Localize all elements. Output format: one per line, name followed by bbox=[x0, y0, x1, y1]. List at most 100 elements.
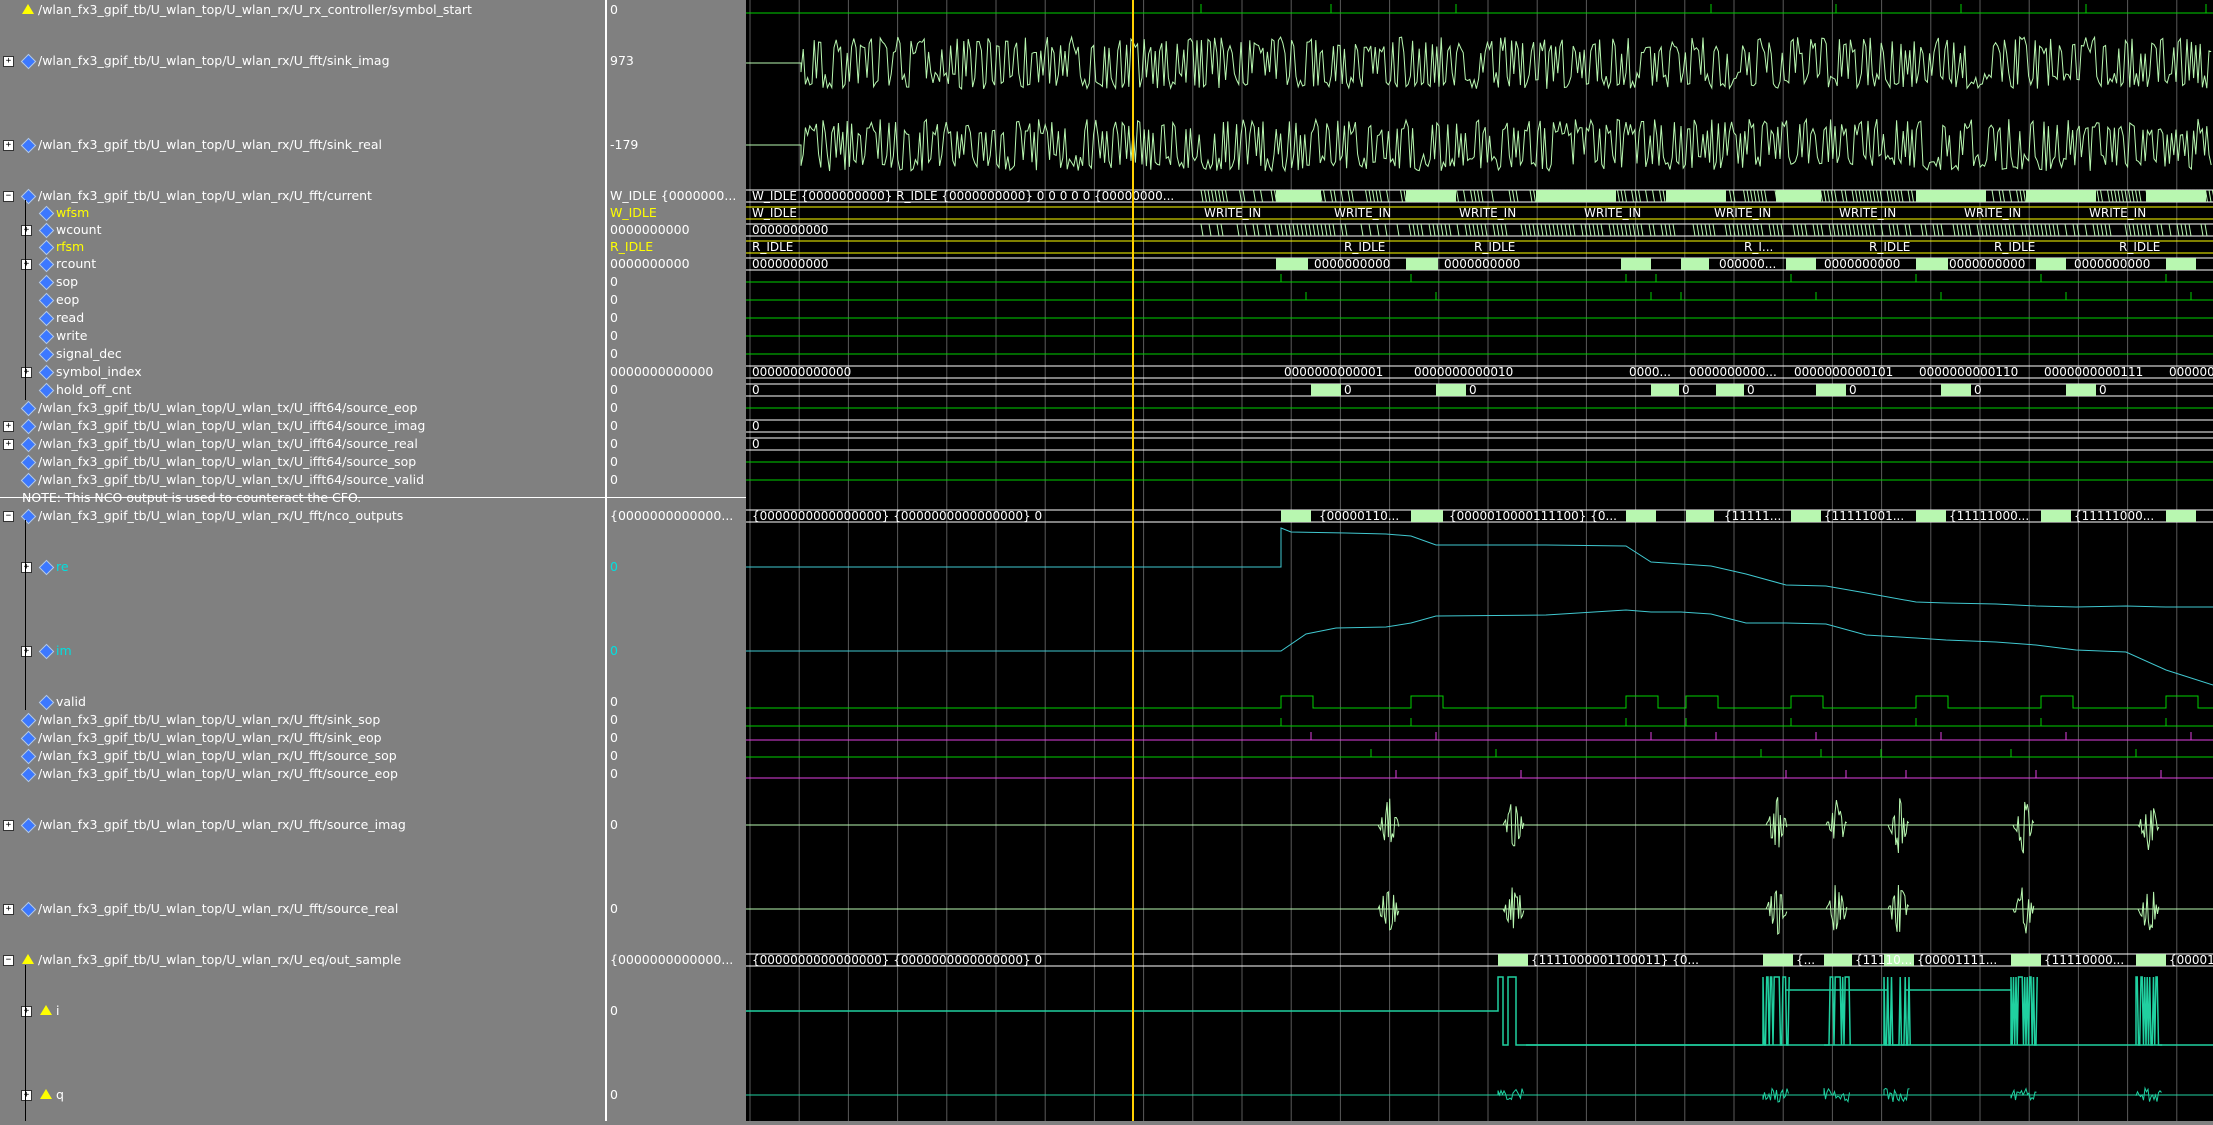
expand-toggle-icon[interactable]: + bbox=[3, 439, 14, 450]
signal-name[interactable]: /wlan_fx3_gpif_tb/U_wlan_top/U_wlan_tx/U… bbox=[38, 436, 418, 451]
signal-name[interactable]: wfsm bbox=[56, 205, 89, 220]
signal-type-icon bbox=[21, 749, 37, 765]
signal-name[interactable]: /wlan_fx3_gpif_tb/U_wlan_top/U_wlan_rx/U… bbox=[38, 730, 382, 745]
bus-toggle bbox=[2115, 190, 2117, 202]
expand-toggle-icon[interactable]: + bbox=[21, 225, 32, 236]
signal-name[interactable]: valid bbox=[56, 694, 86, 709]
signal-name[interactable]: /wlan_fx3_gpif_tb/U_wlan_top/U_wlan_rx/U… bbox=[38, 137, 382, 152]
expand-toggle-icon[interactable]: + bbox=[21, 562, 32, 573]
expand-toggle-icon[interactable]: + bbox=[21, 1090, 32, 1101]
signal-name[interactable]: rfsm bbox=[56, 239, 84, 254]
bus-transition-block bbox=[1626, 510, 1656, 522]
signal-name[interactable]: /wlan_fx3_gpif_tb/U_wlan_top/U_wlan_tx/U… bbox=[38, 418, 425, 433]
bus-transition-block bbox=[1651, 384, 1679, 396]
signal-name[interactable]: /wlan_fx3_gpif_tb/U_wlan_top/U_wlan_rx/U… bbox=[38, 901, 398, 916]
signal-name[interactable]: wcount bbox=[56, 222, 102, 237]
tree-guide-line bbox=[25, 965, 26, 1121]
expand-toggle-icon[interactable]: + bbox=[21, 1006, 32, 1017]
wfsm-state-label: WRITE_IN bbox=[1204, 206, 1261, 220]
signal-type-icon bbox=[39, 329, 55, 345]
signal-name[interactable]: /wlan_fx3_gpif_tb/U_wlan_top/U_wlan_rx/U… bbox=[38, 53, 390, 68]
signal-name[interactable]: q bbox=[56, 1087, 64, 1102]
waveform-pane[interactable]: W_IDLE {0000000000} R_IDLE {0000000000} … bbox=[746, 0, 2213, 1121]
signal-name[interactable]: /wlan_fx3_gpif_tb/U_wlan_top/U_wlan_tx/U… bbox=[38, 400, 417, 415]
nco-value-label: {11111000... bbox=[2074, 509, 2154, 523]
signal-name[interactable]: write bbox=[56, 328, 87, 343]
expand-toggle-icon[interactable]: − bbox=[3, 955, 14, 966]
signal-name[interactable]: /wlan_fx3_gpif_tb/U_wlan_top/U_wlan_rx/U… bbox=[38, 817, 406, 832]
bus-transition-block bbox=[1498, 954, 1528, 966]
signal-name[interactable]: re bbox=[56, 559, 69, 574]
signal-name[interactable]: /wlan_fx3_gpif_tb/U_wlan_top/U_wlan_tx/U… bbox=[38, 472, 424, 487]
expand-toggle-icon[interactable]: + bbox=[3, 904, 14, 915]
waveform-canvas[interactable]: W_IDLE {0000000000} R_IDLE {0000000000} … bbox=[746, 0, 2213, 1121]
expand-toggle-icon[interactable]: + bbox=[3, 421, 14, 432]
expand-toggle-icon[interactable]: + bbox=[21, 367, 32, 378]
bus-toggle bbox=[2132, 190, 2134, 202]
sink-real-trace bbox=[746, 119, 2211, 171]
bus-transition-block bbox=[1941, 384, 1971, 396]
signal-name[interactable]: /wlan_fx3_gpif_tb/U_wlan_top/U_wlan_rx/U… bbox=[38, 508, 403, 523]
bus-toggle bbox=[1713, 224, 1715, 236]
signal-name[interactable]: symbol_index bbox=[56, 364, 142, 379]
signal-type-icon bbox=[21, 54, 37, 70]
signal-type-icon bbox=[39, 206, 55, 222]
signal-name[interactable]: /wlan_fx3_gpif_tb/U_wlan_top/U_wlan_rx/U… bbox=[38, 766, 398, 781]
bus-transition-block bbox=[2136, 954, 2166, 966]
signal-name[interactable]: signal_dec bbox=[56, 346, 122, 361]
bus-toggle bbox=[1369, 190, 1371, 202]
bus-toggle bbox=[1445, 224, 1447, 236]
bus-toggle bbox=[1324, 190, 1326, 202]
symidx-value-label: 000000 bbox=[2169, 365, 2213, 379]
i-burst bbox=[1824, 977, 1850, 1045]
expand-toggle-icon[interactable]: + bbox=[3, 56, 14, 67]
eq-value-label: {11110000... bbox=[2044, 953, 2124, 967]
expand-toggle-icon[interactable]: + bbox=[3, 140, 14, 151]
symidx-value-label: 0000000000110 bbox=[1919, 365, 2018, 379]
signal-name[interactable]: i bbox=[56, 1003, 59, 1018]
bus-toggle bbox=[1609, 224, 1611, 236]
bus-toggle bbox=[2161, 224, 2163, 236]
bus-toggle bbox=[2024, 190, 2026, 202]
bus-toggle bbox=[2033, 224, 2035, 236]
nco-value-label: {11111001... bbox=[1824, 509, 1904, 523]
bus-toggle bbox=[2136, 190, 2138, 202]
signal-name[interactable]: /wlan_fx3_gpif_tb/U_wlan_top/U_wlan_rx/U… bbox=[38, 2, 472, 17]
signal-value: W_IDLE {0000000... bbox=[610, 188, 736, 203]
bus-toggle bbox=[1433, 224, 1435, 236]
expand-toggle-icon[interactable]: − bbox=[3, 511, 14, 522]
signal-name[interactable]: read bbox=[56, 310, 84, 325]
bus-toggle bbox=[1293, 224, 1295, 236]
bus-toggle bbox=[1660, 190, 1662, 202]
expand-toggle-icon[interactable]: − bbox=[3, 191, 14, 202]
signal-name[interactable]: /wlan_fx3_gpif_tb/U_wlan_top/U_wlan_tx/U… bbox=[38, 454, 416, 469]
bus-toggle bbox=[1845, 190, 1847, 202]
signal-output-icon bbox=[40, 1005, 52, 1015]
signal-name[interactable]: rcount bbox=[56, 256, 96, 271]
bus-toggle bbox=[1492, 190, 1494, 202]
bus-toggle bbox=[1829, 224, 1831, 236]
bus-toggle bbox=[1757, 224, 1759, 236]
signal-name[interactable]: hold_off_cnt bbox=[56, 382, 131, 397]
expand-toggle-icon[interactable]: + bbox=[21, 259, 32, 270]
bus-toggle bbox=[1317, 224, 1319, 236]
signal-name[interactable]: /wlan_fx3_gpif_tb/U_wlan_top/U_wlan_rx/U… bbox=[38, 952, 401, 967]
bus-toggle bbox=[1661, 224, 1663, 236]
bus-toggle bbox=[1513, 190, 1515, 202]
expand-toggle-icon[interactable]: + bbox=[21, 646, 32, 657]
bus-toggle bbox=[1301, 224, 1303, 236]
signal-type-icon bbox=[21, 419, 37, 435]
signal-value: 0 bbox=[610, 766, 618, 781]
bus-toggle bbox=[1835, 190, 1837, 202]
bus-toggle bbox=[1992, 190, 1994, 202]
expand-toggle-icon[interactable]: + bbox=[3, 820, 14, 831]
signal-name[interactable]: eop bbox=[56, 292, 79, 307]
signal-name[interactable]: sop bbox=[56, 274, 78, 289]
signal-name[interactable]: /wlan_fx3_gpif_tb/U_wlan_top/U_wlan_rx/U… bbox=[38, 712, 380, 727]
signal-name[interactable]: /wlan_fx3_gpif_tb/U_wlan_top/U_wlan_rx/U… bbox=[38, 748, 397, 763]
signal-name[interactable]: /wlan_fx3_gpif_tb/U_wlan_top/U_wlan_rx/U… bbox=[38, 188, 372, 203]
bus-toggle bbox=[1649, 224, 1651, 236]
signal-name[interactable]: im bbox=[56, 643, 72, 658]
bus-transition-block bbox=[1406, 258, 1438, 270]
bus-toggle bbox=[2141, 224, 2143, 236]
